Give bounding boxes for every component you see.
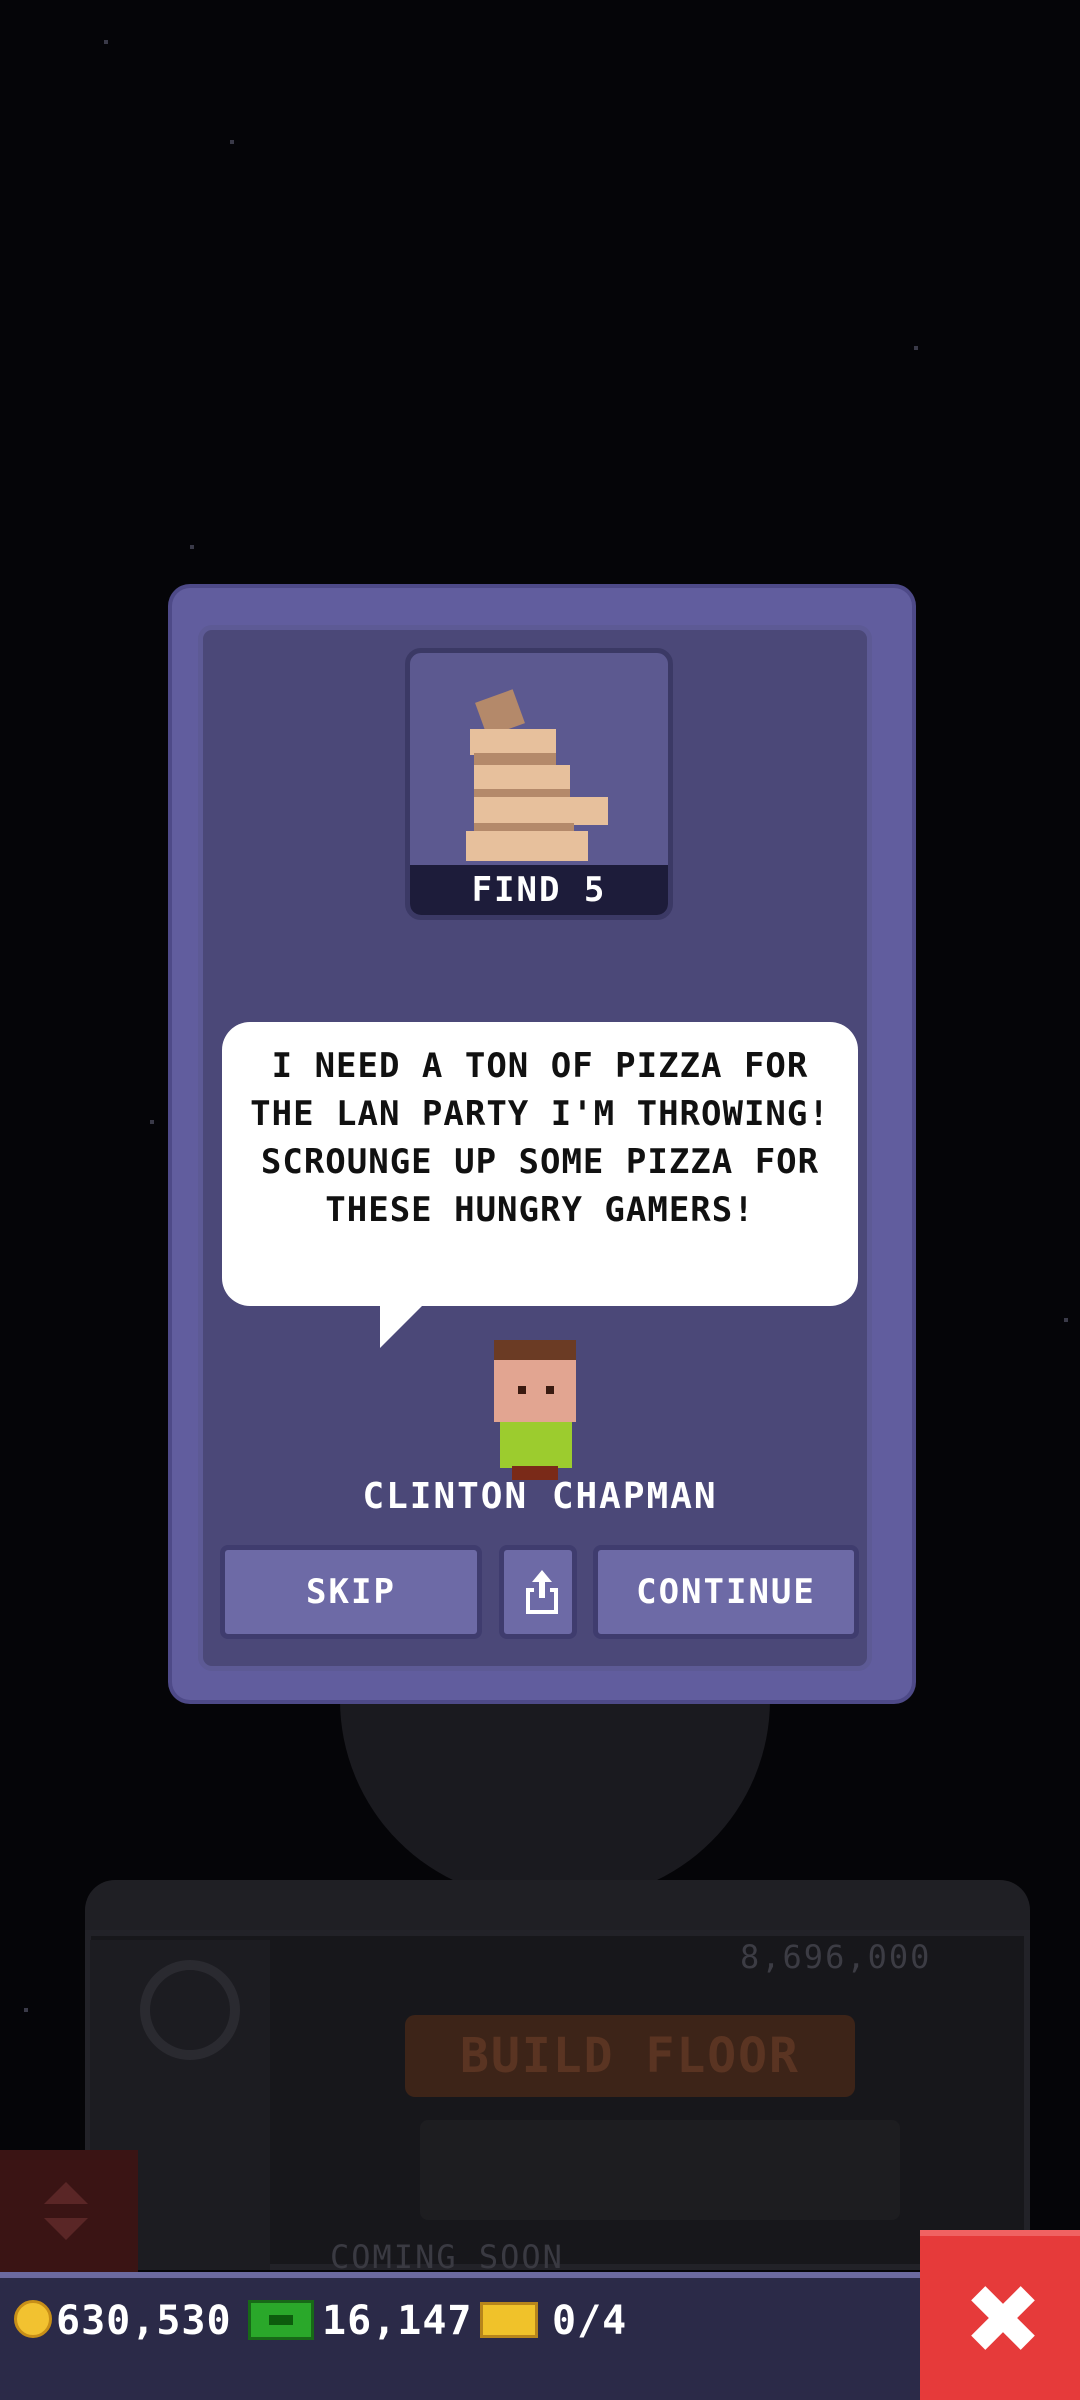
coming-soon-label: COMING SOON: [330, 2238, 564, 2276]
find-goal-label: FIND 5: [410, 865, 668, 915]
coins-count: 630,530: [56, 2298, 232, 2344]
speech-bubble-tail: [380, 1304, 424, 1348]
construction-workers: [420, 2120, 900, 2220]
star: [230, 140, 234, 144]
speech-bubble: I NEED A TON OF PIZZA FOR THE LAN PARTY …: [222, 1022, 858, 1306]
tickets-count: 0/4: [552, 2298, 628, 2344]
star: [190, 545, 194, 549]
arrow-down-icon: [44, 2218, 88, 2240]
arrow-up-icon: [44, 2182, 88, 2204]
elevator-arrows-button[interactable]: [0, 2150, 138, 2275]
build-cost: 8,696,000: [740, 1938, 932, 1976]
ticket-icon: [480, 2302, 538, 2338]
gear-icon: [140, 1960, 240, 2060]
tower-bux-icon: [248, 2300, 314, 2340]
character-name: CLINTON CHAPMAN: [362, 1476, 718, 1517]
character-avatar: [490, 1340, 580, 1480]
share-icon: [526, 1570, 558, 1614]
skip-button[interactable]: SKIP: [220, 1545, 482, 1639]
tower-dome: [340, 1680, 770, 1900]
share-button[interactable]: [499, 1545, 577, 1639]
continue-button[interactable]: CONTINUE: [593, 1545, 859, 1639]
star: [104, 40, 108, 44]
quest-message: I NEED A TON OF PIZZA FOR THE LAN PARTY …: [250, 1046, 830, 1230]
coin-icon: [14, 2300, 52, 2338]
star: [1064, 1318, 1068, 1322]
star: [24, 2008, 28, 2012]
star: [914, 346, 918, 350]
close-button[interactable]: [920, 2230, 1080, 2400]
star: [150, 1120, 154, 1124]
bux-count: 16,147: [322, 2298, 473, 2344]
build-floor-button[interactable]: BUILD FLOOR: [405, 2015, 855, 2097]
quest-item-frame: FIND 5: [405, 648, 673, 920]
